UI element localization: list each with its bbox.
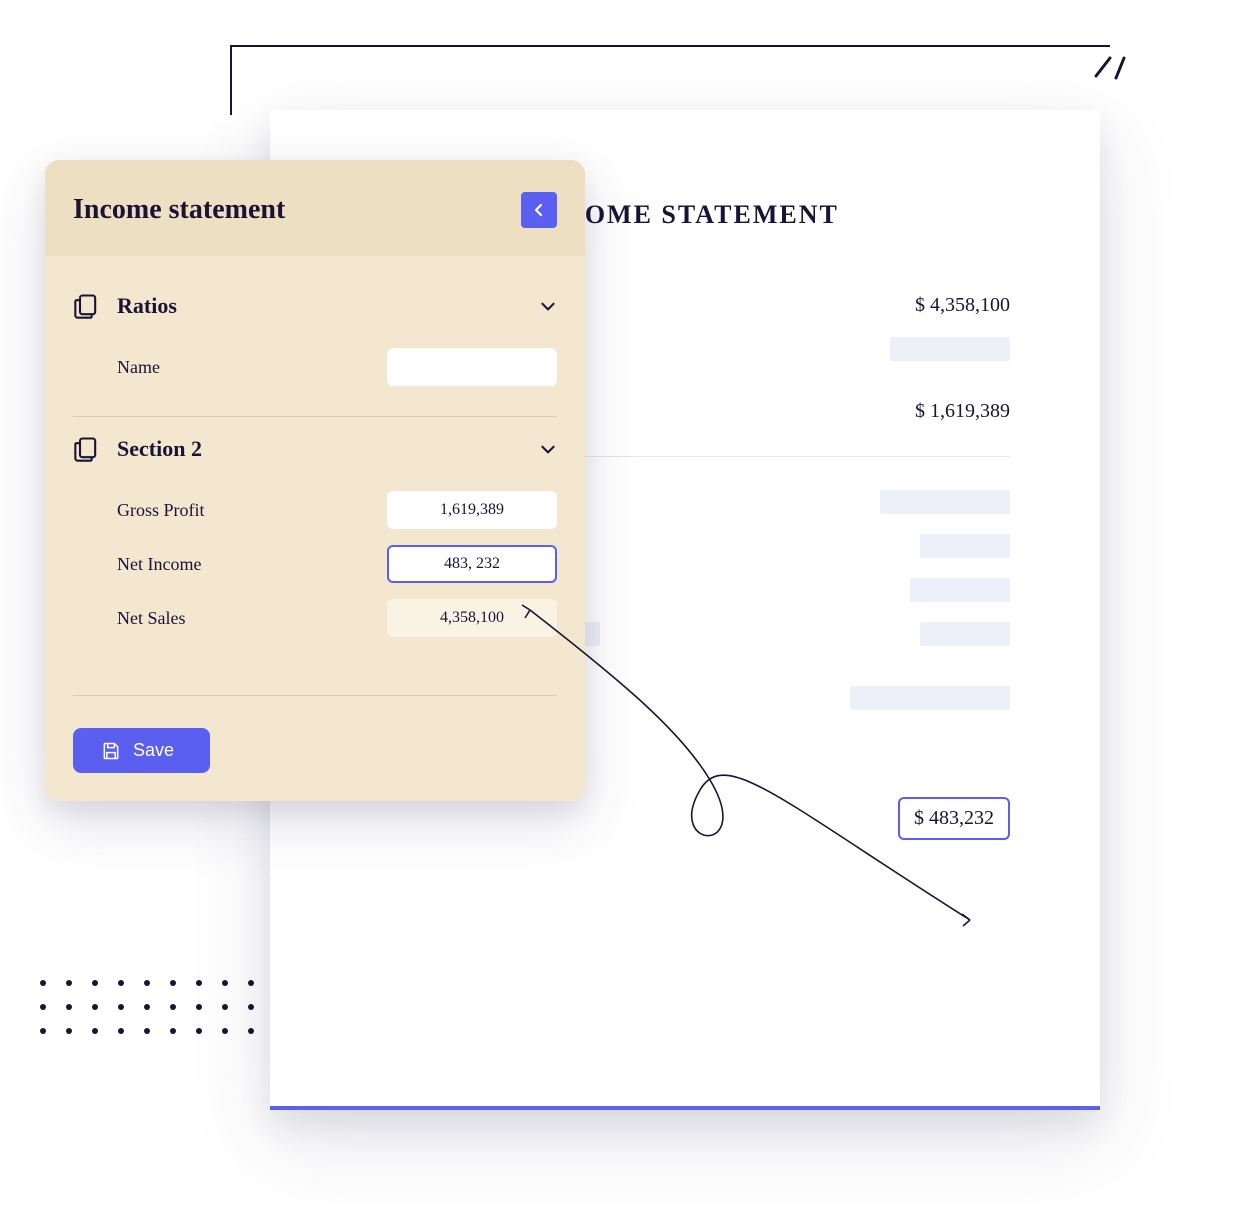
field-label: Net Income: [117, 554, 201, 575]
section-header-2[interactable]: Section 2: [73, 435, 557, 463]
placeholder-bar: [920, 622, 1010, 646]
panel-header: Income statement: [45, 160, 585, 256]
chevron-left-icon: [532, 203, 546, 217]
section-ratios: Ratios Name: [73, 274, 557, 416]
net-sales-input[interactable]: [387, 599, 557, 637]
field-label: Net Sales: [117, 608, 185, 629]
doc-value-gross-profit: $ 1,619,389: [915, 400, 1010, 423]
chevron-down-icon: [539, 440, 557, 458]
editor-panel: Income statement Ratios Name: [45, 160, 585, 801]
doc-highlight-net-income: $ 483,232: [898, 797, 1010, 840]
document-icon: [73, 435, 101, 463]
chevron-down-icon: [539, 297, 557, 315]
panel-footer: Save: [73, 695, 557, 801]
name-input[interactable]: [387, 348, 557, 386]
section-title: Section 2: [117, 436, 523, 462]
placeholder-bar: [910, 578, 1010, 602]
collapse-button[interactable]: [521, 192, 557, 228]
section-2: Section 2 Gross Profit Net Income Net Sa…: [73, 416, 557, 667]
section-header-ratios[interactable]: Ratios: [73, 292, 557, 320]
decorative-dots: [40, 980, 256, 1034]
decorative-frame: [230, 45, 1110, 115]
net-income-input[interactable]: [387, 545, 557, 583]
save-button[interactable]: Save: [73, 728, 210, 773]
save-button-label: Save: [133, 740, 174, 761]
document-icon: [73, 292, 101, 320]
save-icon: [101, 741, 121, 761]
panel-title: Income statement: [73, 194, 285, 226]
field-label: Name: [117, 357, 160, 378]
placeholder-bar: [850, 686, 1010, 710]
field-row-gross-profit: Gross Profit: [73, 483, 557, 537]
field-row-net-sales: Net Sales: [73, 591, 557, 645]
sparkle-icon: [1086, 28, 1146, 88]
doc-value-net-sales: $ 4,358,100: [915, 294, 1010, 317]
placeholder-bar: [880, 490, 1010, 514]
gross-profit-input[interactable]: [387, 491, 557, 529]
field-row-name: Name: [73, 340, 557, 394]
field-label: Gross Profit: [117, 500, 205, 521]
placeholder-bar: [920, 534, 1010, 558]
placeholder-bar: [890, 337, 1010, 361]
field-row-net-income: Net Income: [73, 537, 557, 591]
section-title: Ratios: [117, 293, 523, 319]
